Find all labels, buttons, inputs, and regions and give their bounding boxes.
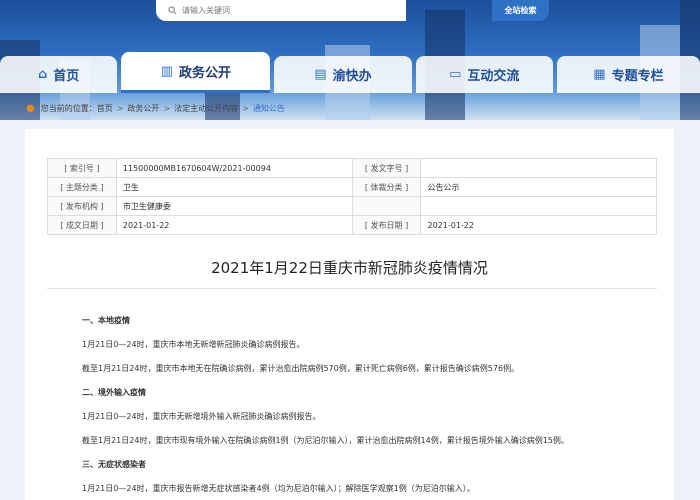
table-row: [ 发布机构 ] 市卫生健康委 — [47, 196, 657, 216]
breadcrumb-government-affairs[interactable]: 政务公开 — [127, 103, 159, 114]
book-icon: ▤ — [314, 67, 327, 82]
breadcrumb-home[interactable]: 首页 — [97, 103, 113, 114]
paragraph: 1月21日0—24时，重庆市本地无新增新冠肺炎确诊病例报告。 — [82, 340, 305, 349]
grid-icon: ▦ — [593, 67, 606, 82]
paragraph: 1月21日0—24时，重庆市报告新增无症状感染者4例（均为尼泊尔输入）；解除医学… — [82, 484, 475, 493]
nav-item-label: 渝快办 — [332, 69, 372, 84]
nav-item-home[interactable]: ⌂ 首页 — [0, 56, 118, 93]
nav-item-government-affairs[interactable]: ▥ 政务公开 — [121, 52, 271, 93]
breadcrumb-notices[interactable]: 通知公告 — [253, 103, 285, 114]
section-heading: 三、无症状感染者 — [82, 460, 146, 469]
nav-item-interaction[interactable]: ▭ 互动交流 — [415, 56, 553, 93]
paragraph: 截至1月21日24时，重庆市本地无在院确诊病例，累计治愈出院病例570例，累计死… — [82, 364, 520, 373]
search-input[interactable] — [182, 6, 382, 15]
table-row: [ 成文日期 ] 2021-01-22 [ 发布日期 ] 2021-01-22 — [47, 215, 657, 235]
article-title: 2021年1月22日重庆市新冠肺炎疫情情况 — [211, 259, 488, 277]
breadcrumb: ● 您当前的位置： 首页 > 政务公开 > 法定主动公开内容 > 通知公告 — [26, 102, 285, 114]
table-row: [ 主题分类 ] 卫生 [ 体裁分类 ] 公告公示 — [47, 177, 657, 197]
paragraph: 1月21日0—24时，重庆市无新增境外输入新冠肺炎确诊病例报告。 — [82, 412, 321, 421]
nav-item-label: 首页 — [53, 69, 80, 84]
section-heading: 一、本地疫情 — [82, 316, 130, 325]
document-meta-table: [ 索引号 ] 11500000MB1670604W/2021-00094 [ … — [47, 158, 657, 235]
content-card: [ 索引号 ] 11500000MB1670604W/2021-00094 [ … — [25, 129, 674, 500]
section-heading: 二、境外输入疫情 — [82, 388, 146, 397]
article-body: 一、本地疫情 1月21日0—24时，重庆市本地无新增新冠肺炎确诊病例报告。截至1月… — [82, 309, 652, 500]
nav-item-label: 专题专栏 — [611, 69, 664, 84]
breadcrumb-prefix: 您当前的位置： — [40, 103, 97, 113]
search-box — [156, 0, 406, 21]
title-divider — [47, 288, 657, 289]
location-pin-icon: ● — [26, 102, 35, 114]
search-icon — [168, 6, 177, 15]
table-row: [ 索引号 ] 11500000MB1670604W/2021-00094 [ … — [47, 158, 657, 178]
nav-item-label: 互动交流 — [467, 69, 520, 84]
nav-item-special-topics[interactable]: ▦ 专题专栏 — [556, 56, 700, 93]
nav-item-yukuaiban[interactable]: ▤ 渝快办 — [274, 56, 412, 93]
paragraph: 截至1月21日24时，重庆市现有境外输入在院确诊病例1例（为尼泊尔输入），累计治… — [82, 436, 569, 445]
search-button[interactable]: 全站检索 — [492, 0, 549, 21]
home-icon: ⌂ — [37, 67, 48, 82]
main-nav: ⌂ 首页 ▥ 政务公开 ▤ 渝快办 ▭ 互动交流 ▦ 专题专栏 — [0, 52, 700, 93]
breadcrumb-statutory-content[interactable]: 法定主动公开内容 — [174, 103, 238, 114]
chat-icon: ▭ — [449, 67, 462, 82]
bank-icon: ▥ — [160, 63, 174, 79]
nav-item-label: 政务公开 — [179, 65, 232, 81]
